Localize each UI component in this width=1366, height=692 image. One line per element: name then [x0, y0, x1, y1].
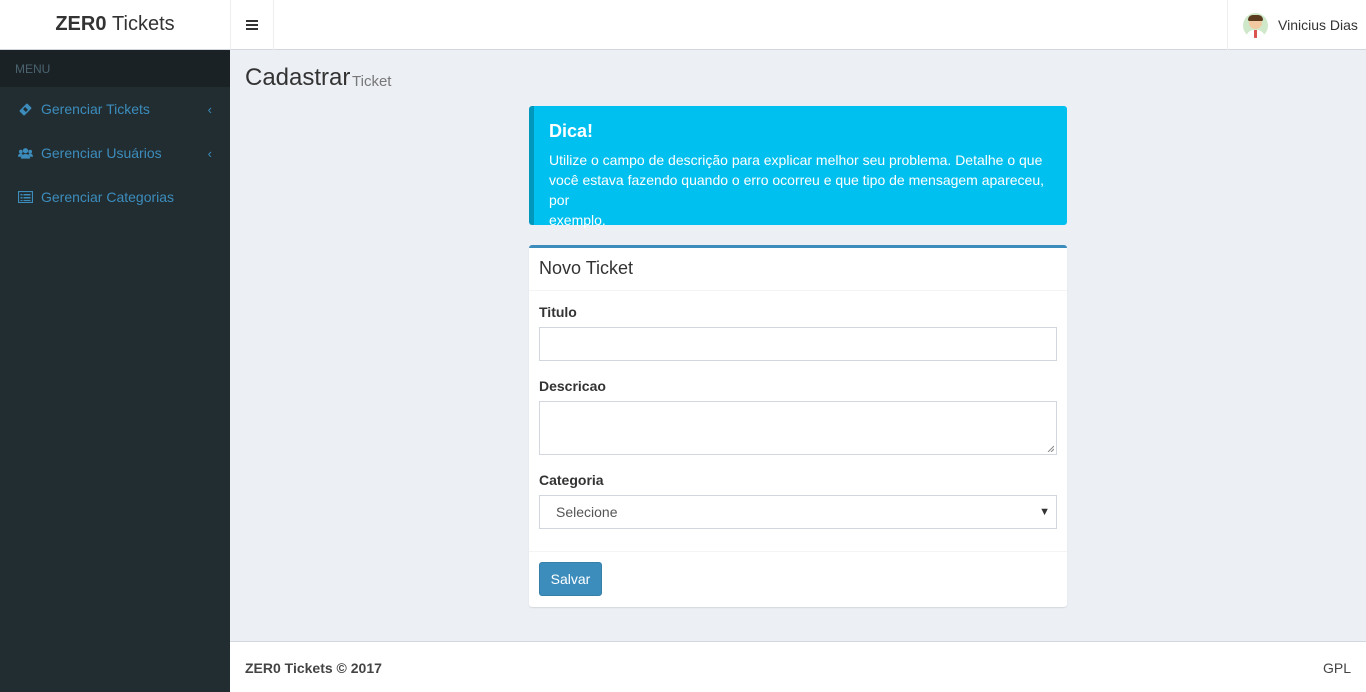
sidebar-toggle-button[interactable]: [231, 0, 274, 50]
form-footer: Salvar: [529, 551, 1067, 607]
tip-callout: Dica! Utilize o campo de descrição para …: [529, 106, 1067, 228]
descricao-label: Descricao: [539, 378, 606, 394]
page-title: Cadastrar: [245, 64, 351, 91]
app-logo[interactable]: ZER0 Tickets: [0, 0, 230, 50]
sidebar-item-users[interactable]: Gerenciar Usuários ‹: [0, 131, 230, 175]
categoria-label: Categoria: [539, 472, 604, 488]
form-title: Novo Ticket: [529, 248, 1067, 291]
titulo-label: Titulo: [539, 304, 577, 320]
top-navbar: Vinicius Dias: [230, 0, 1366, 50]
sidebar-item-tickets[interactable]: Gerenciar Tickets ‹: [0, 87, 230, 131]
callout-line-3: exemplo.: [549, 212, 606, 228]
chevron-left-icon: ‹: [207, 102, 212, 117]
callout-title: Dica!: [549, 121, 594, 141]
callout-line-2: você estava fazendo quando o erro ocorre…: [549, 172, 1044, 208]
page-subtitle: Ticket: [352, 73, 392, 90]
hamburger-icon: [246, 20, 258, 30]
save-button[interactable]: Salvar: [539, 562, 602, 596]
descricao-textarea[interactable]: [539, 401, 1057, 455]
list-icon: [18, 190, 33, 205]
categoria-select[interactable]: Selecione ▼: [539, 495, 1057, 529]
user-menu[interactable]: Vinicius Dias: [1227, 0, 1366, 50]
sidebar-item-label: Gerenciar Tickets: [41, 101, 150, 117]
avatar: [1243, 12, 1268, 38]
ticket-icon: [18, 102, 33, 117]
footer-license: GPL: [1322, 660, 1351, 676]
sidebar-item-categories[interactable]: Gerenciar Categorias: [0, 175, 230, 219]
footer-copyright: ZER0 Tickets © 2017: [245, 660, 382, 676]
logo-text: Tickets: [112, 13, 175, 35]
logo-bold: ZER0: [55, 13, 107, 35]
user-name: Vinicius Dias: [1278, 17, 1358, 33]
callout-line-1: Utilize o campo de descrição para explic…: [549, 152, 1043, 168]
new-ticket-form: Novo Ticket Titulo Descricao Categoria S…: [529, 245, 1067, 607]
users-icon: [18, 146, 33, 161]
categoria-selected-value: Selecione: [556, 504, 618, 520]
titulo-input[interactable]: [539, 327, 1057, 361]
chevron-left-icon: ‹: [207, 146, 212, 161]
sidebar-header: MENU: [0, 50, 230, 87]
caret-down-icon: ▼: [1039, 506, 1050, 518]
sidebar-item-label: Gerenciar Categorias: [41, 189, 175, 205]
sidebar: MENU Gerenciar Tickets ‹ Gerenciar Usuár…: [0, 50, 230, 692]
page-footer: ZER0 Tickets © 2017 GPL: [230, 641, 1366, 692]
resize-handle-icon[interactable]: [1047, 445, 1054, 452]
callout-text: Utilize o campo de descrição para explic…: [549, 150, 1047, 230]
sidebar-item-label: Gerenciar Usuários: [41, 145, 162, 161]
